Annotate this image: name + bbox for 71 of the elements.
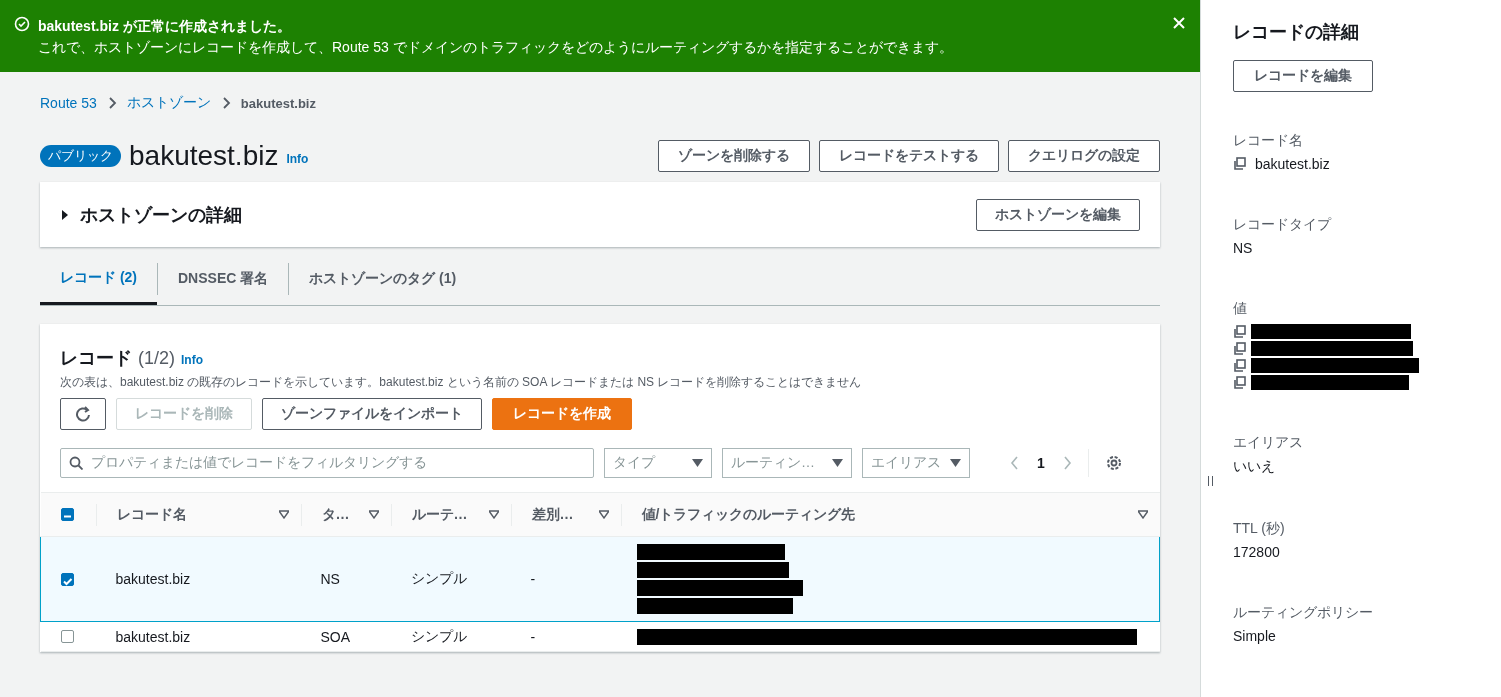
table-cell: bakutest.biz: [115, 628, 191, 645]
info-link[interactable]: Info: [286, 152, 309, 166]
caret-down-icon: [832, 458, 843, 468]
copy-icon[interactable]: [1233, 341, 1247, 356]
table-cell: NS: [320, 571, 340, 587]
success-icon: [14, 16, 30, 32]
breadcrumb-current: bakutest.biz: [240, 95, 316, 111]
panel-title: レコードの詳細: [1233, 21, 1360, 44]
edit-record-button[interactable]: レコードを編集: [1233, 60, 1373, 92]
field-label: TTL (秒): [1233, 520, 1286, 538]
action-button[interactable]: レコードをテストする: [819, 140, 999, 172]
section-description: 次の表は、bakutest.biz の既存のレコードを示しています。bakutest.biz という名前の SOA レコードまたは NS レコードを削除することはできません: [59, 374, 863, 391]
details-toggle[interactable]: ホストゾーンの詳細: [60, 202, 976, 227]
table-cell: SOA: [320, 628, 351, 645]
filter-field[interactable]: プロパティまたは値でレコードをフィルタリングする: [60, 448, 594, 478]
chevron-right-icon: [106, 97, 117, 109]
tab[interactable]: ホストゾーンのタグ (1): [289, 253, 477, 305]
resize-handle[interactable]: [1208, 476, 1213, 486]
filter-dropdown[interactable]: ルーティン…: [722, 448, 852, 478]
sort-icon[interactable]: [278, 510, 289, 519]
record-action-button[interactable]: ゾーンファイルをインポート: [262, 398, 482, 430]
banner-title: bakutest.biz が正常に作成されました。: [38, 17, 292, 36]
search-icon: [69, 456, 83, 470]
copy-icon[interactable]: [1233, 375, 1247, 390]
chevron-right-icon: [220, 97, 231, 109]
page-number[interactable]: 1: [1037, 455, 1045, 471]
row-checkbox[interactable]: [61, 572, 74, 586]
field-label: エイリアス: [1233, 434, 1304, 452]
zone-name: bakutest.biz: [129, 140, 279, 172]
sort-icon[interactable]: [368, 510, 379, 519]
sort-icon[interactable]: [598, 510, 609, 519]
select-all-checkbox[interactable]: [60, 508, 74, 521]
field-label: ルーティングポリシー: [1233, 604, 1374, 622]
tab[interactable]: レコード (2): [40, 253, 157, 305]
table-cell: -: [530, 571, 536, 587]
table-cell: bakutest.biz: [115, 571, 191, 587]
field-value: NS: [1233, 240, 1254, 256]
sort-icon[interactable]: [488, 510, 499, 519]
caret-down-icon: [692, 458, 703, 468]
field-value: いいえ: [1233, 458, 1276, 476]
field-label: レコードタイプ: [1233, 216, 1333, 234]
refresh-icon: [75, 406, 91, 422]
field-value: 172800: [1233, 544, 1281, 560]
field-label: レコード名: [1233, 132, 1304, 150]
copy-icon[interactable]: [1233, 358, 1247, 373]
table-cell: -: [530, 628, 536, 645]
caret-down-icon: [950, 458, 961, 468]
action-button[interactable]: ゾーンを削除する: [658, 140, 810, 172]
sort-icon[interactable]: [1137, 510, 1148, 519]
close-icon[interactable]: [1172, 16, 1186, 30]
action-button[interactable]: クエリログの設定: [1008, 140, 1160, 172]
section-title: レコード: [60, 347, 132, 370]
filter-dropdown[interactable]: タイプ: [604, 448, 712, 478]
copy-icon[interactable]: [1233, 157, 1247, 171]
row-checkbox[interactable]: [60, 630, 74, 643]
visibility-badge: パブリック: [40, 145, 121, 167]
field-value: Simple: [1233, 628, 1277, 644]
table-cell: シンプル: [410, 627, 467, 644]
info-link[interactable]: Info: [181, 353, 203, 367]
field-value: bakutest.biz: [1255, 156, 1330, 172]
field-label: 値: [1233, 300, 1248, 318]
breadcrumb-link[interactable]: Route 53: [40, 95, 97, 111]
tab[interactable]: DNSSEC 署名: [158, 253, 289, 305]
refresh-button[interactable]: [60, 398, 106, 430]
settings-icon[interactable]: [1104, 454, 1123, 472]
breadcrumb-link[interactable]: ホストゾーン: [126, 94, 211, 112]
record-count: (1/2): [138, 348, 175, 369]
copy-icon[interactable]: [1233, 324, 1247, 339]
banner-message: これで、ホストゾーンにレコードを作成して、Route 53 でドメインのトラフィックをどのようにルーティングするかを指定することができます。: [38, 38, 954, 57]
edit-zone-button[interactable]: ホストゾーンを編集: [976, 198, 1140, 231]
table-cell: シンプル: [410, 570, 467, 586]
